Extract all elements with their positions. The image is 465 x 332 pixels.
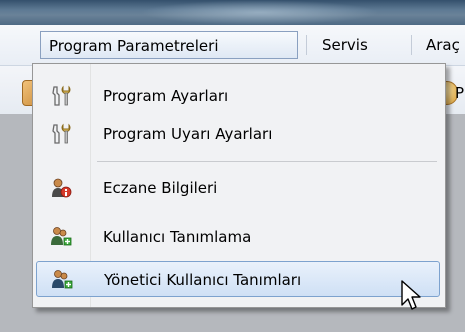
dropdown-item-program-uyari-ayarlari[interactable]: Program Uyarı Ayarları	[36, 116, 440, 152]
mouse-pointer-icon	[401, 280, 421, 310]
menu-program-parametreleri-label: Program Parametreleri	[49, 37, 219, 55]
users-add-icon	[51, 227, 72, 246]
menu-program-parametreleri[interactable]: Program Parametreleri	[40, 31, 298, 59]
dropdown-item-label: Yönetici Kullanıcı Tanımları	[104, 271, 302, 289]
dropdown-item-label: Program Uyarı Ayarları	[103, 125, 273, 143]
user-info-icon	[52, 178, 72, 198]
dropdown-item-label: Kullanıcı Tanımlama	[103, 228, 252, 246]
menu-arac[interactable]: Araç	[418, 31, 460, 59]
wrench-icon	[52, 123, 71, 144]
title-bar-glow	[140, 0, 380, 25]
toolbar-right-label[interactable]: P	[455, 84, 464, 102]
dropdown-item-label: Program Ayarları	[103, 87, 229, 105]
menu-bar: Program Parametreleri Servis Araç	[0, 25, 465, 66]
users-add-icon	[52, 270, 73, 289]
dropdown-separator	[97, 161, 437, 162]
dropdown-item-program-ayarlari[interactable]: Program Ayarları	[36, 78, 440, 114]
menu-arac-label: Araç	[426, 36, 460, 54]
dropdown-item-label: Eczane Bilgileri	[103, 179, 218, 197]
menu-separator	[306, 35, 307, 55]
window-title-bar	[0, 0, 465, 25]
menu-servis-label: Servis	[322, 36, 368, 54]
menu-separator	[411, 35, 412, 55]
wrench-icon	[52, 85, 71, 106]
menu-servis[interactable]: Servis	[314, 31, 376, 59]
program-parametreleri-dropdown: Program Ayarları Program Uyarı Ayarları …	[32, 63, 446, 308]
dropdown-item-kullanici-tanimlama[interactable]: Kullanıcı Tanımlama	[36, 219, 440, 255]
dropdown-item-yonetici-kullanici-tanimlari[interactable]: Yönetici Kullanıcı Tanımları	[36, 261, 440, 297]
dropdown-item-eczane-bilgileri[interactable]: Eczane Bilgileri	[36, 170, 440, 206]
